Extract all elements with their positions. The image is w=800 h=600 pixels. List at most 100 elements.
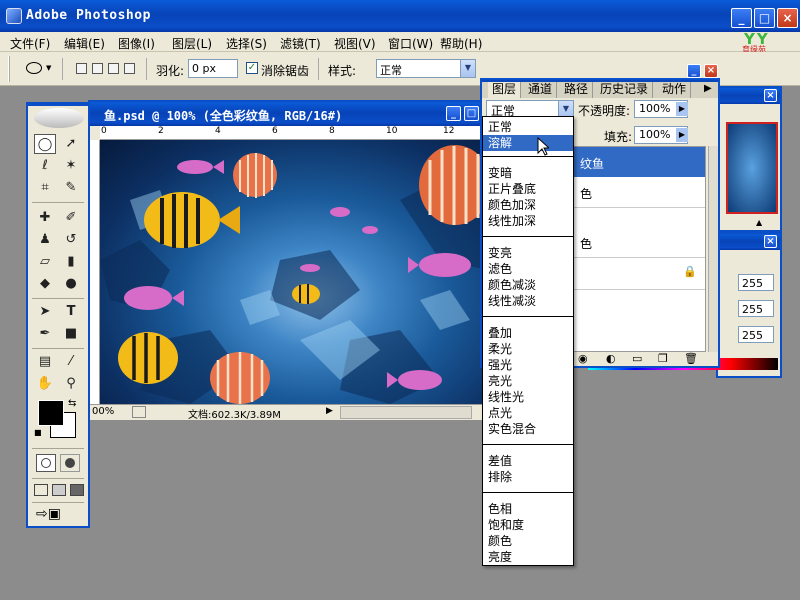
opacity-slider-arrow-icon[interactable]: ▶ — [676, 102, 688, 116]
blend-option-linear-light[interactable]: 线性光 — [483, 389, 573, 405]
chevron-down-icon[interactable]: ▼ — [460, 60, 475, 77]
history-brush-tool-icon[interactable]: ↺ — [60, 230, 82, 250]
blend-option-linear-dodge[interactable]: 线性减淡 — [483, 293, 573, 309]
blend-option-color-dodge[interactable]: 颜色减淡 — [483, 277, 573, 293]
feather-input[interactable]: 0 px — [188, 59, 238, 78]
blend-option-hard-light[interactable]: 强光 — [483, 357, 573, 373]
zoom-level[interactable]: 00% — [92, 406, 114, 417]
color-value-field[interactable]: 255 — [738, 326, 774, 343]
zoom-slider-icon[interactable]: ▲ — [756, 218, 762, 227]
menu-help[interactable]: 帮助(H) — [440, 35, 482, 52]
default-colors-icon[interactable]: ■ — [34, 428, 42, 437]
type-tool-icon[interactable]: T — [60, 302, 82, 322]
blend-option-multiply[interactable]: 正片叠底 — [483, 181, 573, 197]
blend-option-lighten[interactable]: 变亮 — [483, 245, 573, 261]
lasso-tool-icon[interactable]: ℓ — [34, 156, 56, 176]
tab-actions[interactable]: 动作 — [658, 82, 692, 98]
magic-wand-tool-icon[interactable]: ✶ — [60, 156, 82, 176]
tab-layers[interactable]: 图层 — [488, 82, 522, 98]
add-selection-icon[interactable] — [92, 63, 103, 74]
horizontal-scrollbar[interactable] — [340, 406, 472, 419]
menu-layer[interactable]: 图层(L) — [172, 35, 212, 52]
menu-view[interactable]: 视图(V) — [334, 35, 376, 52]
doc-minimize-button[interactable]: _ — [446, 106, 461, 121]
swap-colors-icon[interactable]: ⇆ — [68, 398, 76, 409]
blend-option-vivid-light[interactable]: 亮光 — [483, 373, 573, 389]
menu-filter[interactable]: 滤镜(T) — [280, 35, 321, 52]
blend-option-luminosity[interactable]: 亮度 — [483, 549, 573, 565]
blend-option-color-burn[interactable]: 颜色加深 — [483, 197, 573, 213]
color-value-field[interactable]: 255 — [738, 300, 774, 317]
style-select[interactable]: 正常 ▼ — [376, 59, 476, 78]
adjustment-layer-icon[interactable]: ◐ — [606, 352, 616, 365]
image-canvas[interactable] — [100, 140, 488, 404]
dodge-tool-icon[interactable]: ● — [60, 274, 82, 294]
blend-option-exclusion[interactable]: 排除 — [483, 469, 573, 485]
blend-option-hard-mix[interactable]: 实色混合 — [483, 421, 573, 437]
minimize-button[interactable]: _ — [731, 8, 752, 28]
layer-list-scrollbar[interactable] — [708, 146, 718, 352]
gradient-tool-icon[interactable]: ▮ — [60, 252, 82, 272]
clone-stamp-tool-icon[interactable]: ♟ — [34, 230, 56, 250]
eyedropper-tool-icon[interactable]: ⁄ — [60, 352, 82, 372]
notes-tool-icon[interactable]: ▤ — [34, 352, 56, 372]
hand-tool-icon[interactable]: ✋ — [34, 374, 56, 394]
menu-select[interactable]: 选择(S) — [226, 35, 267, 52]
blend-option-darken[interactable]: 变暗 — [483, 165, 573, 181]
move-tool-icon[interactable]: ➚ — [60, 134, 82, 154]
new-layer-icon[interactable]: ❐ — [658, 352, 668, 365]
chevron-down-icon[interactable]: ▼ — [558, 101, 573, 117]
blend-option-pin-light[interactable]: 点光 — [483, 405, 573, 421]
blend-option-dissolve[interactable]: 溶解 — [483, 135, 573, 151]
healing-brush-tool-icon[interactable]: ✚ — [34, 208, 56, 228]
layers-close-button[interactable]: × — [704, 64, 718, 78]
color-value-field[interactable]: 255 — [738, 274, 774, 291]
blend-option-difference[interactable]: 差值 — [483, 453, 573, 469]
zoom-tool-icon[interactable]: ⚲ — [60, 374, 82, 394]
grip-handle[interactable] — [8, 56, 10, 82]
pen-tool-icon[interactable]: ✒ — [34, 324, 56, 344]
blend-option-saturation[interactable]: 饱和度 — [483, 517, 573, 533]
crop-tool-icon[interactable]: ⌗ — [34, 178, 56, 198]
blend-option-normal[interactable]: 正常 — [483, 119, 573, 135]
menu-image[interactable]: 图像(I) — [118, 35, 155, 52]
panel-close-button[interactable]: × — [764, 89, 777, 102]
doc-maximize-button[interactable]: □ — [464, 106, 479, 121]
layers-minimize-button[interactable]: _ — [687, 64, 701, 78]
antialias-checkbox[interactable]: ✓ — [246, 62, 258, 74]
full-screen-menu-mode-icon[interactable] — [52, 484, 66, 496]
delete-layer-icon[interactable]: 🗑 — [684, 352, 698, 365]
layer-style-icon[interactable]: ◉ — [578, 352, 588, 365]
blend-option-soft-light[interactable]: 柔光 — [483, 341, 573, 357]
maximize-button[interactable]: □ — [754, 8, 775, 28]
blur-tool-icon[interactable]: ◆ — [34, 274, 56, 294]
subtract-selection-icon[interactable] — [108, 63, 119, 74]
slice-tool-icon[interactable]: ✎ — [60, 178, 82, 198]
status-menu-icon[interactable] — [132, 406, 146, 418]
navigator-thumbnail[interactable] — [726, 122, 778, 214]
quick-mask-icon[interactable] — [60, 454, 80, 472]
ellipse-marquee-tool-icon[interactable]: ◯ — [34, 134, 56, 154]
menu-file[interactable]: 文件(F) — [10, 35, 50, 52]
blend-option-linear-burn[interactable]: 线性加深 — [483, 213, 573, 229]
brush-tool-icon[interactable]: ✐ — [60, 208, 82, 228]
path-selection-tool-icon[interactable]: ➤ — [34, 302, 56, 322]
new-selection-icon[interactable] — [76, 63, 87, 74]
menu-window[interactable]: 窗口(W) — [388, 35, 433, 52]
menu-edit[interactable]: 编辑(E) — [64, 35, 105, 52]
fill-slider-arrow-icon[interactable]: ▶ — [676, 128, 688, 142]
standard-mode-icon[interactable] — [36, 454, 56, 472]
panel-close-button[interactable]: × — [764, 235, 777, 248]
full-screen-mode-icon[interactable] — [70, 484, 84, 496]
close-button[interactable]: × — [777, 8, 798, 28]
panel-menu-icon[interactable]: ▶ — [704, 83, 712, 94]
jump-to-imageready-icon[interactable]: ⇨▣ — [36, 506, 80, 524]
intersect-selection-icon[interactable] — [124, 63, 135, 74]
blend-option-color[interactable]: 颜色 — [483, 533, 573, 549]
tool-preset-arrow-icon[interactable]: ▼ — [46, 64, 51, 72]
tab-history[interactable]: 历史记录 — [596, 82, 654, 98]
new-group-icon[interactable]: ▭ — [632, 352, 642, 365]
blend-option-overlay[interactable]: 叠加 — [483, 325, 573, 341]
blend-option-screen[interactable]: 滤色 — [483, 261, 573, 277]
ellipse-marquee-icon[interactable] — [26, 62, 42, 74]
